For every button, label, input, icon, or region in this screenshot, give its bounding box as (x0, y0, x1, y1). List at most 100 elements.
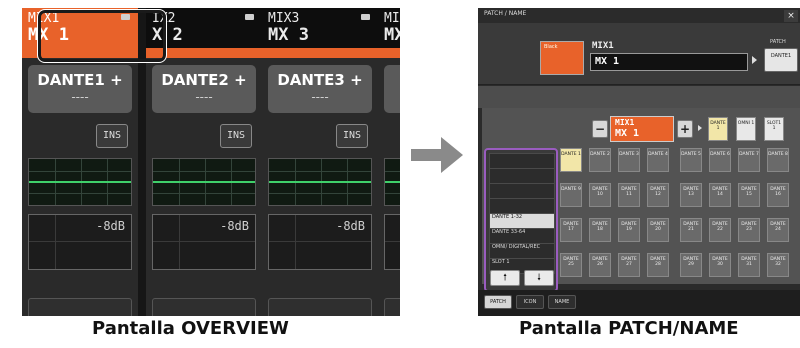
category-item[interactable] (489, 183, 555, 199)
arrow-right-icon (411, 137, 463, 173)
port-button[interactable]: DANTE 14 (709, 183, 731, 207)
fader-section[interactable] (152, 298, 256, 316)
port-button[interactable]: DANTE 28 (647, 253, 669, 277)
tab-icon[interactable]: ICON (516, 295, 544, 309)
port-button[interactable]: DANTE 22 (709, 218, 731, 242)
port-button[interactable]: DANTE 9 (560, 183, 582, 207)
port-button[interactable]: DANTE 19 (618, 218, 640, 242)
category-item[interactable] (489, 153, 555, 169)
current-channel: MIX1 MX 1 (610, 116, 674, 142)
category-item[interactable] (489, 168, 555, 184)
port-button[interactable]: DANTE 27 (618, 253, 640, 277)
port-button[interactable]: DANTE 6 (709, 148, 731, 172)
port-button[interactable]: DANTE 1 (560, 148, 582, 172)
eq-grid-line (153, 193, 255, 194)
port-button[interactable]: DANTE 13 (680, 183, 702, 207)
input-patch-button[interactable]: DANTE1 + ---- (28, 65, 132, 113)
scroll-down-button[interactable]: 🠗 (524, 270, 554, 286)
color-chip-button[interactable]: Black (540, 41, 584, 75)
next-channel-button[interactable]: + (677, 120, 693, 138)
channel-strip: MIX4MX 4 DAN (378, 8, 400, 316)
port-button[interactable]: DANTE 25 (560, 253, 582, 277)
port-button[interactable]: DANTE 5 (680, 148, 702, 172)
eq-grid-line (269, 193, 371, 194)
input-source-label: DANTE3 + (277, 71, 363, 89)
category-item[interactable]: OMNI/ DIGITAL/REC (489, 243, 555, 259)
dynamics-graph[interactable] (384, 214, 400, 270)
eq-graph[interactable] (384, 158, 400, 206)
dyn-grid-line (269, 241, 371, 242)
eq-grid-line (385, 171, 400, 172)
color-chip-label: Black (544, 44, 558, 50)
insert-button[interactable]: INS (96, 124, 128, 148)
eq-grid-line (269, 171, 371, 172)
input-patch-button[interactable]: DANTE2 + ---- (152, 65, 256, 113)
fader-section[interactable] (28, 298, 132, 316)
patch-pin-button[interactable]: DANTE 1 (708, 117, 728, 141)
tab-name[interactable]: NAME (548, 295, 576, 309)
port-button[interactable]: DANTE 17 (560, 218, 582, 242)
port-button[interactable]: DANTE 11 (618, 183, 640, 207)
insert-button[interactable]: INS (336, 124, 368, 148)
port-button[interactable]: DANTE 4 (647, 148, 669, 172)
patch-pin-button[interactable]: SLOT1 1 (764, 117, 784, 141)
port-button[interactable]: DANTE 2 (589, 148, 611, 172)
patch-button[interactable]: DANTE1 (764, 48, 798, 72)
port-button[interactable]: DANTE 24 (767, 218, 789, 242)
port-button[interactable]: DANTE 31 (738, 253, 760, 277)
category-item[interactable] (489, 198, 555, 214)
dynamics-graph[interactable]: -8dB (268, 214, 372, 270)
channel-header-button[interactable]: MIX3 MX 3 (262, 8, 378, 48)
port-button[interactable]: DANTE 8 (767, 148, 789, 172)
port-button[interactable]: DANTE 29 (680, 253, 702, 277)
eq-graph[interactable] (268, 158, 372, 206)
close-button[interactable]: × (784, 10, 798, 22)
port-button[interactable]: DANTE 3 (618, 148, 640, 172)
scroll-up-button[interactable]: 🠕 (490, 270, 520, 286)
caption-patch-name: Pantalla PATCH/NAME (519, 318, 739, 339)
input-source-label: DANTE2 + (161, 71, 247, 89)
port-button[interactable]: DANTE 30 (709, 253, 731, 277)
eq-graph[interactable] (152, 158, 256, 206)
port-button[interactable]: DANTE 18 (589, 218, 611, 242)
dyn-grid-line (55, 215, 56, 269)
channel-name-field[interactable]: MX 1 (590, 53, 748, 71)
channel-body: DAN (378, 58, 400, 316)
category-item[interactable]: DANTE 1-32 (489, 213, 555, 229)
triangle-right-icon (698, 125, 702, 131)
port-button[interactable]: DANTE 16 (767, 183, 789, 207)
fader-section[interactable] (268, 298, 372, 316)
port-button[interactable]: DANTE 12 (647, 183, 669, 207)
input-patch-button[interactable]: DAN (384, 65, 400, 113)
channel-header-button[interactable]: MIX4MX 4 (378, 8, 400, 48)
port-button[interactable]: DANTE 23 (738, 218, 760, 242)
dyn-grid-line (385, 241, 400, 242)
eq-grid-line (29, 171, 131, 172)
input-sub-label: ---- (195, 90, 213, 104)
port-button[interactable]: DANTE 26 (589, 253, 611, 277)
eq-graph[interactable] (28, 158, 132, 206)
channel-id: MIX1 (592, 41, 614, 51)
input-source-label: DAN (384, 71, 400, 89)
tab-patch[interactable]: PATCH (484, 295, 512, 309)
port-button[interactable]: DANTE 15 (738, 183, 760, 207)
category-item[interactable]: DANTE 33-64 (489, 228, 555, 244)
port-button[interactable]: DANTE 32 (767, 253, 789, 277)
dynamics-graph[interactable]: -8dB (28, 214, 132, 270)
overview-screen: MIX1 MX 1 DANTE1 + ---- INS -8dB IX2 X 2 DANTE2 … (22, 8, 400, 316)
input-source-label: DANTE1 + (37, 71, 123, 89)
port-button[interactable]: DANTE 7 (738, 148, 760, 172)
patch-label: PATCH (770, 39, 786, 45)
insert-button[interactable]: INS (220, 124, 252, 148)
previous-channel-button[interactable]: − (592, 120, 608, 138)
channel-body: DANTE1 + ---- INS -8dB (22, 58, 138, 316)
port-button[interactable]: DANTE 20 (647, 218, 669, 242)
eq-grid-line (29, 193, 131, 194)
patch-pin-button[interactable]: OMNI 1 (736, 117, 756, 141)
fader-section[interactable] (384, 298, 400, 316)
input-patch-button[interactable]: DANTE3 + ---- (268, 65, 372, 113)
port-button[interactable]: DANTE 21 (680, 218, 702, 242)
dynamics-graph[interactable]: -8dB (152, 214, 256, 270)
accent-strip (378, 48, 400, 58)
port-button[interactable]: DANTE 10 (589, 183, 611, 207)
